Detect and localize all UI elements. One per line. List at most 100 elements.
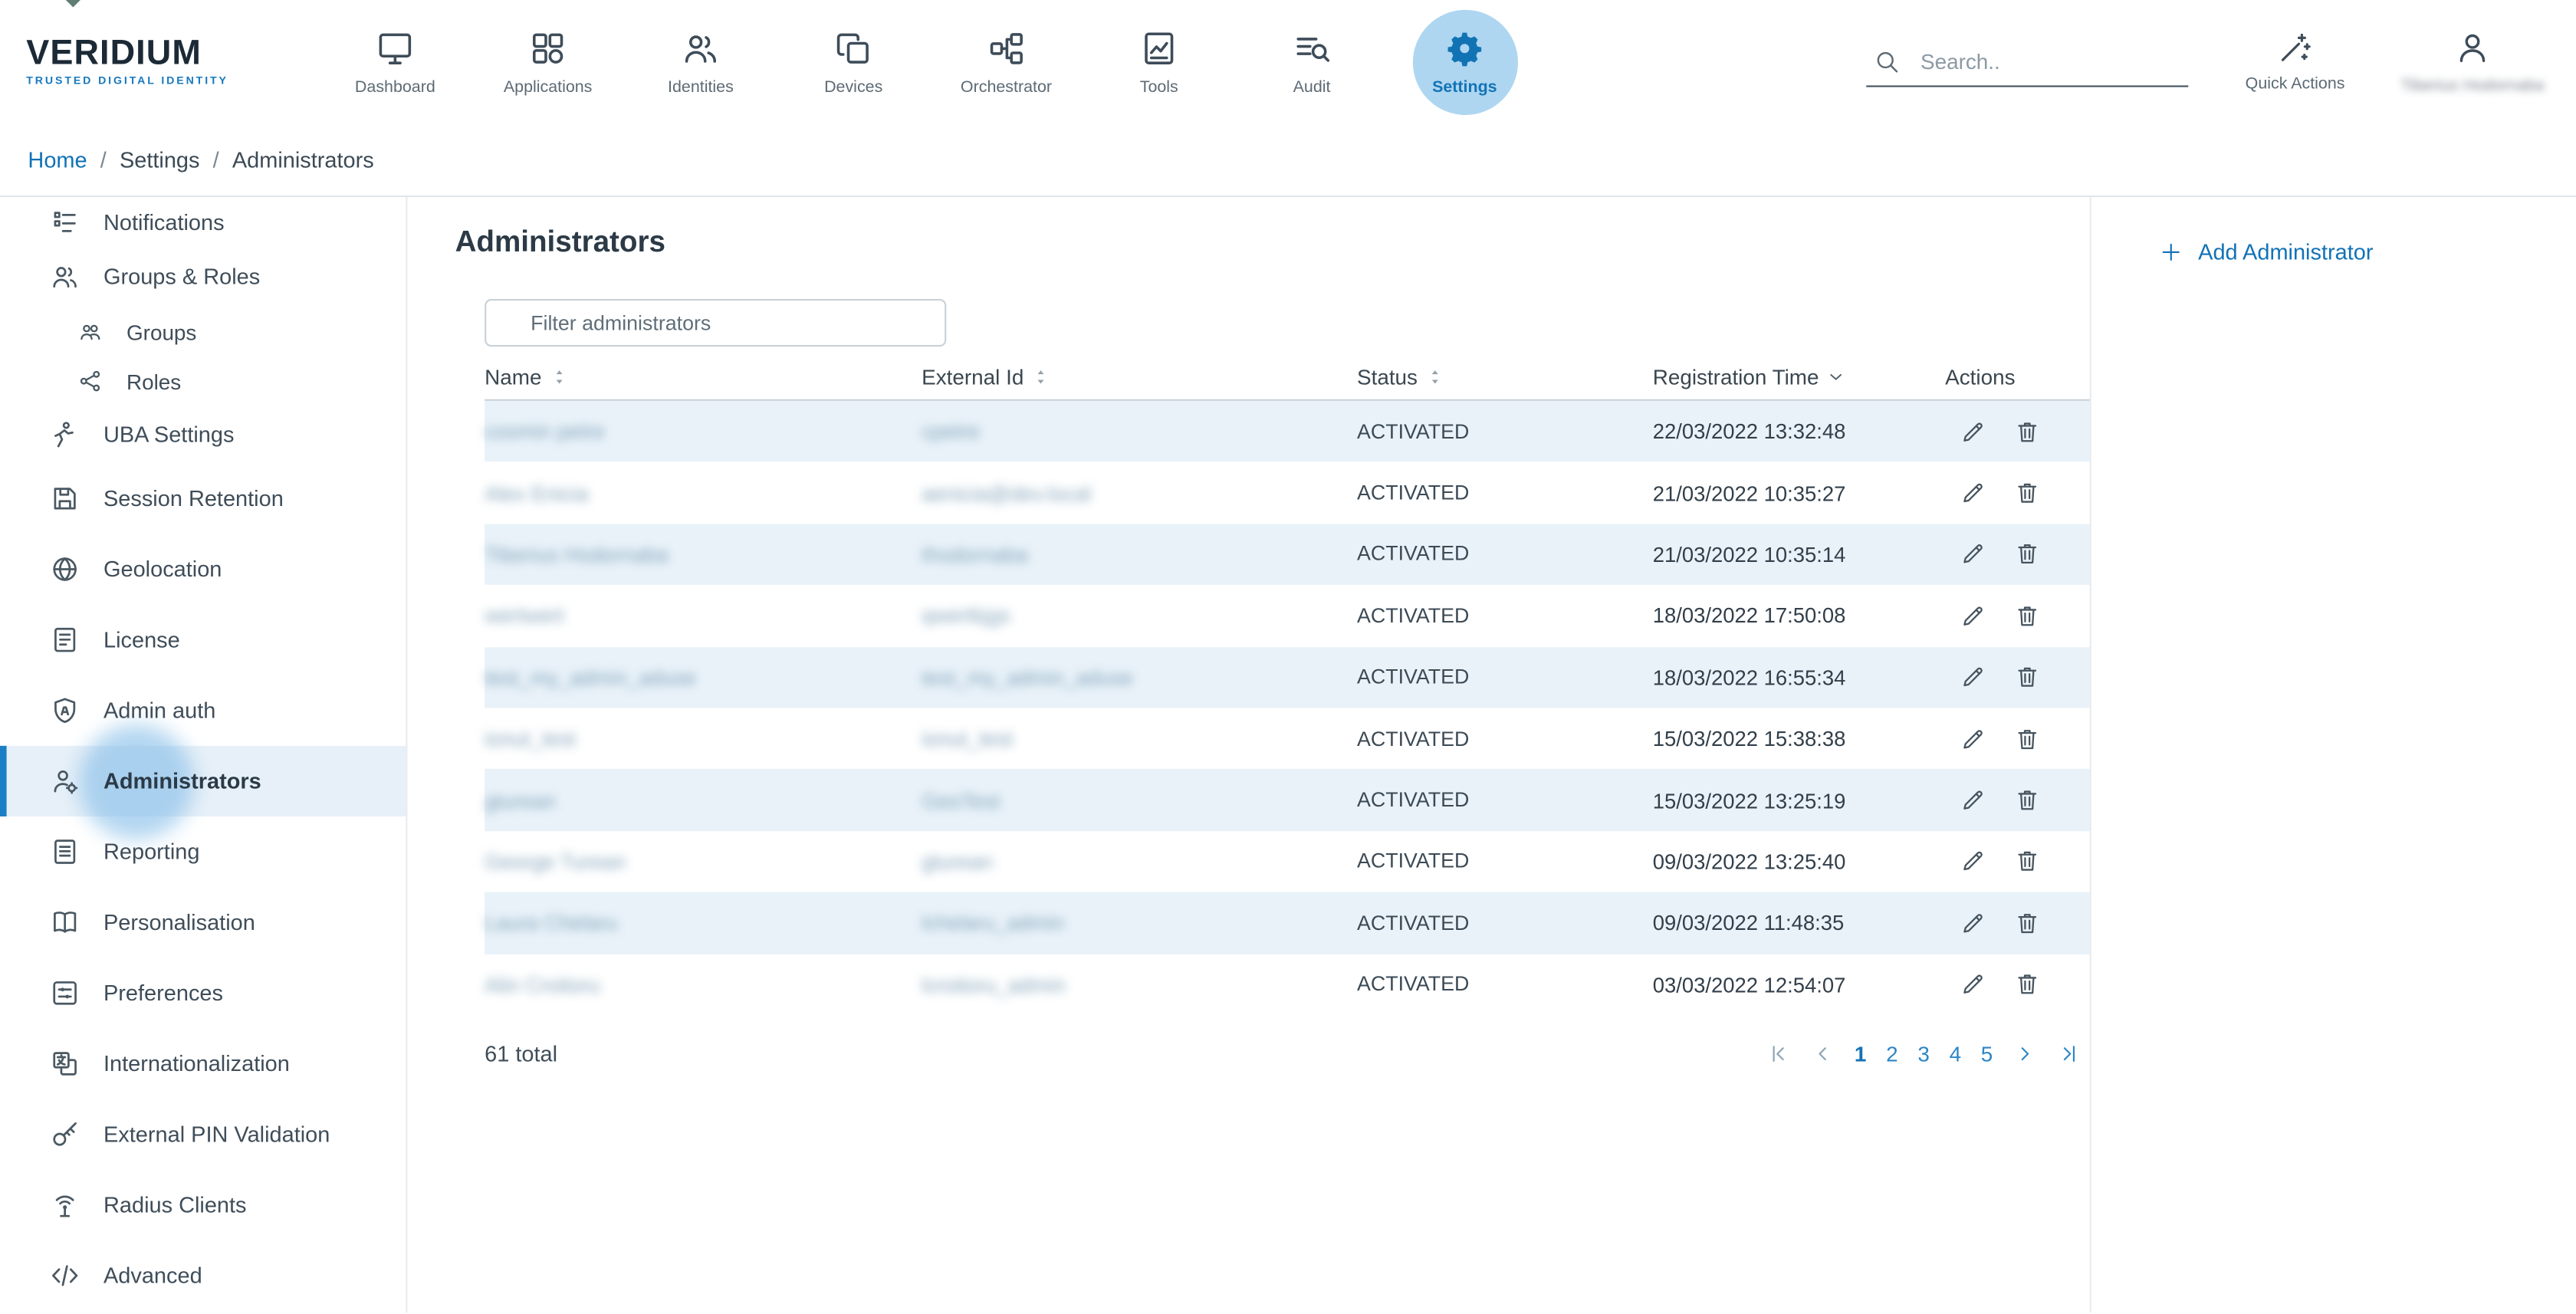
plus-icon xyxy=(2159,240,2183,264)
pagination-page-2[interactable]: 2 xyxy=(1878,1038,1906,1069)
sidebar-item-radius-clients[interactable]: Radius Clients xyxy=(0,1170,406,1240)
profile-menu[interactable]: Tiberius Hodornaba xyxy=(2402,2,2543,120)
trash-icon xyxy=(2014,910,2040,936)
sidebar-item-admin-auth[interactable]: Admin auth xyxy=(0,675,406,746)
edit-button[interactable] xyxy=(1958,540,1988,570)
sidebar-item-groups[interactable]: Groups xyxy=(0,306,406,359)
nav-item-dashboard[interactable]: Dashboard xyxy=(319,2,472,120)
cell-actions xyxy=(1945,785,2090,815)
applications-icon xyxy=(527,27,569,68)
edit-button[interactable] xyxy=(1958,478,1988,508)
edit-button[interactable] xyxy=(1958,846,1988,876)
delete-button[interactable] xyxy=(2013,970,2042,1000)
delete-button[interactable] xyxy=(2013,908,2042,938)
delete-button[interactable] xyxy=(2013,846,2042,876)
pagination-first[interactable] xyxy=(1757,1038,1799,1069)
cell-actions xyxy=(1945,417,2090,447)
sidebar-item-personalisation[interactable]: Personalisation xyxy=(0,887,406,958)
nav-item-settings[interactable]: Settings xyxy=(1388,2,1541,120)
sidebar-item-reporting[interactable]: Reporting xyxy=(0,816,406,887)
delete-button[interactable] xyxy=(2013,601,2042,631)
admin-auth-icon xyxy=(49,695,80,726)
table-row[interactable]: Laura Chelarulchelaru_adminACTIVATED09/0… xyxy=(485,892,2090,954)
cell-status: ACTIVATED xyxy=(1357,728,1653,751)
geolocation-icon xyxy=(49,554,80,585)
delete-button[interactable] xyxy=(2013,478,2042,508)
quick-actions-label: Quick Actions xyxy=(2246,76,2345,94)
sidebar-item-geolocation[interactable]: Geolocation xyxy=(0,534,406,604)
table-row[interactable]: cosmin petrecpetreACTIVATED22/03/2022 13… xyxy=(485,401,2090,462)
delete-button[interactable] xyxy=(2013,724,2042,754)
nav-item-orchestrator[interactable]: Orchestrator xyxy=(930,2,1083,120)
table-row[interactable]: gtureanGeoTestACTIVATED15/03/2022 13:25:… xyxy=(485,770,2090,831)
cell-actions xyxy=(1945,908,2090,938)
pagination-page-5[interactable]: 5 xyxy=(1973,1038,2001,1069)
cell-external-id: ionut_test xyxy=(922,726,1357,751)
edit-button[interactable] xyxy=(1958,417,1988,447)
search-input[interactable] xyxy=(1917,47,2170,74)
nav-item-devices[interactable]: Devices xyxy=(777,2,930,120)
table-row[interactable]: ionut_testionut_testACTIVATED15/03/2022 … xyxy=(485,708,2090,769)
sidebar-item-administrators[interactable]: Administrators xyxy=(0,746,406,816)
nav-item-tools[interactable]: Tools xyxy=(1083,2,1235,120)
edit-button[interactable] xyxy=(1958,908,1988,938)
cell-registration-time: 09/03/2022 13:25:40 xyxy=(1653,849,1945,874)
sidebar-item-uba-settings[interactable]: UBA Settings xyxy=(0,404,406,463)
page-last-icon xyxy=(2057,1041,2082,1066)
column-header-name[interactable]: Name xyxy=(485,365,922,389)
sidebar-item-license[interactable]: License xyxy=(0,605,406,675)
pagination-next[interactable] xyxy=(2004,1038,2045,1069)
brand-logo[interactable]: VERIDIUM TRUSTED DIGITAL IDENTITY xyxy=(26,36,272,87)
pagination-prev[interactable] xyxy=(1802,1038,1843,1069)
table-row[interactable]: test_my_admin_adusetest_my_admin_aduseAC… xyxy=(485,646,2090,708)
edit-button[interactable] xyxy=(1958,662,1988,692)
edit-button[interactable] xyxy=(1958,785,1988,815)
column-label: Status xyxy=(1357,365,1418,389)
add-administrator-button[interactable]: Add Administrator xyxy=(2159,240,2576,264)
column-header-registration-time[interactable]: Registration Time xyxy=(1653,365,1945,389)
sort-both-icon xyxy=(1030,366,1052,388)
pagination-page-1[interactable]: 1 xyxy=(1846,1038,1875,1069)
edit-button[interactable] xyxy=(1958,970,1988,1000)
cell-actions xyxy=(1945,540,2090,570)
table-row[interactable]: Alex Eniciaaenicia@dev.localACTIVATED21/… xyxy=(485,462,2090,524)
sidebar-item-preferences[interactable]: Preferences xyxy=(0,958,406,1028)
edit-button[interactable] xyxy=(1958,724,1988,754)
nav-item-identities[interactable]: Identities xyxy=(624,2,777,120)
cell-external-id: gturean xyxy=(922,849,1357,874)
edit-button[interactable] xyxy=(1958,601,1988,631)
table-row[interactable]: Tiberius HodornabathodornabaACTIVATED21/… xyxy=(485,524,2090,585)
table-row[interactable]: wertwertqwertkjgsACTIVATED18/03/2022 17:… xyxy=(485,585,2090,646)
delete-button[interactable] xyxy=(2013,662,2042,692)
table-row[interactable]: George TureangtureanACTIVATED09/03/2022 … xyxy=(485,831,2090,892)
sidebar-item-groups-roles[interactable]: Groups & Roles xyxy=(0,246,406,305)
column-label: Actions xyxy=(1945,365,2015,389)
sidebar-item-label: Radius Clients xyxy=(104,1193,247,1217)
column-header-external-id[interactable]: External Id xyxy=(922,365,1357,389)
sidebar-item-internationalization[interactable]: Internationalization xyxy=(0,1028,406,1099)
sidebar-item-label: Notifications xyxy=(104,209,225,234)
sidebar-item-external-pin-validation[interactable]: External PIN Validation xyxy=(0,1099,406,1170)
delete-button[interactable] xyxy=(2013,417,2042,447)
sidebar-item-advanced[interactable]: Advanced xyxy=(0,1240,406,1311)
delete-button[interactable] xyxy=(2013,540,2042,570)
trash-icon xyxy=(2014,541,2040,567)
sidebar-item-roles[interactable]: Roles xyxy=(0,358,406,404)
nav-item-audit[interactable]: Audit xyxy=(1235,2,1388,120)
sidebar-item-session-retention[interactable]: Session Retention xyxy=(0,463,406,534)
nav-item-label: Settings xyxy=(1432,78,1497,97)
delete-button[interactable] xyxy=(2013,785,2042,815)
pagination-page-3[interactable]: 3 xyxy=(1910,1038,1938,1069)
nav-item-applications[interactable]: Applications xyxy=(472,2,624,120)
pagination-page-4[interactable]: 4 xyxy=(1941,1038,1970,1069)
pagination-last[interactable] xyxy=(2049,1038,2090,1069)
page-next-icon xyxy=(2013,1041,2037,1066)
table-row[interactable]: Alin Croitorulcroitoru_adminACTIVATED03/… xyxy=(485,954,2090,1015)
quick-actions-button[interactable]: Quick Actions xyxy=(2224,2,2365,120)
cell-actions xyxy=(1945,846,2090,876)
filter-input[interactable] xyxy=(485,299,946,347)
breadcrumb-separator: / xyxy=(213,147,219,172)
column-header-status[interactable]: Status xyxy=(1357,365,1653,389)
breadcrumb-home[interactable]: Home xyxy=(28,147,87,172)
sidebar-item-notifications[interactable]: Notifications xyxy=(0,197,406,246)
